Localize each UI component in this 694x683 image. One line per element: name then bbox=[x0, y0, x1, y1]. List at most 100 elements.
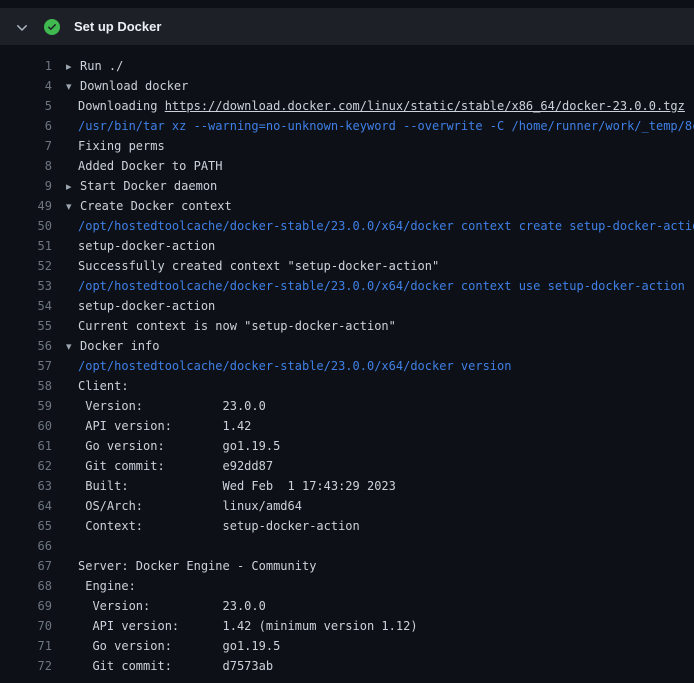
log-line: 71 Go version: go1.19.5 bbox=[0, 636, 694, 656]
line-number[interactable]: 8 bbox=[0, 156, 52, 176]
log-url-link[interactable]: https://download.docker.com/linux/static… bbox=[165, 99, 685, 113]
log-line: 58 Client: bbox=[0, 376, 694, 396]
success-check-circle-icon bbox=[44, 19, 60, 35]
line-content: Engine: bbox=[66, 576, 136, 596]
line-number[interactable]: 57 bbox=[0, 356, 52, 376]
log-line: 51 setup-docker-action bbox=[0, 236, 694, 256]
link-prefix-text: Downloading bbox=[78, 99, 165, 113]
line-content: Client: bbox=[66, 376, 129, 396]
log-line: 7 Fixing perms bbox=[0, 136, 694, 156]
log-line: 6/usr/bin/tar xz --warning=no-unknown-ke… bbox=[0, 116, 694, 136]
line-number[interactable]: 50 bbox=[0, 216, 52, 236]
log-line: 64 OS/Arch: linux/amd64 bbox=[0, 496, 694, 516]
line-number[interactable]: 1 bbox=[0, 56, 52, 76]
line-number[interactable]: 6 bbox=[0, 116, 52, 136]
line-content: Git commit: d7573ab bbox=[66, 656, 273, 676]
line-content: Go version: go1.19.5 bbox=[66, 436, 280, 456]
line-content: Current context is now "setup-docker-act… bbox=[66, 316, 396, 336]
log-line: 66 bbox=[0, 536, 694, 556]
line-number[interactable]: 68 bbox=[0, 576, 52, 596]
log-line: 63 Built: Wed Feb 1 17:43:29 2023 bbox=[0, 476, 694, 496]
step-header[interactable]: Set up Docker bbox=[0, 8, 694, 45]
line-number[interactable]: 60 bbox=[0, 416, 52, 436]
step-title: Set up Docker bbox=[74, 19, 161, 34]
line-number[interactable]: 9 bbox=[0, 176, 52, 196]
log-group-row[interactable]: 1 ▸Run ./ bbox=[0, 56, 694, 76]
log-line: 69 Version: 23.0.0 bbox=[0, 596, 694, 616]
line-number[interactable]: 55 bbox=[0, 316, 52, 336]
line-number[interactable]: 4 bbox=[0, 76, 52, 96]
triangle-collapsed-icon[interactable]: ▸ bbox=[66, 57, 80, 76]
chevron-down-icon[interactable] bbox=[14, 19, 30, 35]
line-content: /opt/hostedtoolcache/docker-stable/23.0.… bbox=[66, 356, 511, 376]
group-title: Docker info bbox=[80, 339, 159, 353]
line-content: ▾Create Docker context bbox=[66, 196, 232, 216]
line-number[interactable]: 52 bbox=[0, 256, 52, 276]
log-line: 50/opt/hostedtoolcache/docker-stable/23.… bbox=[0, 216, 694, 236]
line-number[interactable]: 62 bbox=[0, 456, 52, 476]
log-body: 1▸Run ./4▾Download docker5Downloading ht… bbox=[0, 45, 694, 676]
line-number[interactable]: 70 bbox=[0, 616, 52, 636]
log-group-row[interactable]: 4 ▾Download docker bbox=[0, 76, 694, 96]
line-content: Go version: go1.19.5 bbox=[66, 636, 280, 656]
line-content: Successfully created context "setup-dock… bbox=[66, 256, 439, 276]
log-group-row[interactable]: 56 ▾Docker info bbox=[0, 336, 694, 356]
log-line: 52 Successfully created context "setup-do… bbox=[0, 256, 694, 276]
line-number[interactable]: 53 bbox=[0, 276, 52, 296]
line-content: setup-docker-action bbox=[66, 236, 215, 256]
line-number[interactable]: 66 bbox=[0, 536, 52, 556]
group-title: Run ./ bbox=[80, 59, 123, 73]
log-line: 61 Go version: go1.19.5 bbox=[0, 436, 694, 456]
log-line: 5 Downloading https://download.docker.com… bbox=[0, 96, 694, 116]
line-content: Downloading https://download.docker.com/… bbox=[66, 96, 685, 116]
line-number[interactable]: 71 bbox=[0, 636, 52, 656]
log-line: 53/opt/hostedtoolcache/docker-stable/23.… bbox=[0, 276, 694, 296]
log-line: 67 Server: Docker Engine - Community bbox=[0, 556, 694, 576]
line-number[interactable]: 65 bbox=[0, 516, 52, 536]
line-number[interactable]: 49 bbox=[0, 196, 52, 216]
line-content: setup-docker-action bbox=[66, 296, 215, 316]
line-number[interactable]: 59 bbox=[0, 396, 52, 416]
triangle-expanded-icon[interactable]: ▾ bbox=[66, 337, 80, 356]
line-number[interactable]: 67 bbox=[0, 556, 52, 576]
log-group-row[interactable]: 9 ▸Start Docker daemon bbox=[0, 176, 694, 196]
triangle-collapsed-icon[interactable]: ▸ bbox=[66, 177, 80, 196]
log-line: 72 Git commit: d7573ab bbox=[0, 656, 694, 676]
line-number[interactable]: 58 bbox=[0, 376, 52, 396]
line-number[interactable]: 7 bbox=[0, 136, 52, 156]
line-number[interactable]: 69 bbox=[0, 596, 52, 616]
line-content: Fixing perms bbox=[66, 136, 165, 156]
line-content: ▾Docker info bbox=[66, 336, 159, 356]
line-content: Version: 23.0.0 bbox=[66, 396, 266, 416]
line-number[interactable]: 54 bbox=[0, 296, 52, 316]
line-content: API version: 1.42 (minimum version 1.12) bbox=[66, 616, 418, 636]
line-content: Added Docker to PATH bbox=[66, 156, 223, 176]
log-group-row[interactable]: 49 ▾Create Docker context bbox=[0, 196, 694, 216]
line-content: ▸Run ./ bbox=[66, 56, 123, 76]
line-number[interactable]: 61 bbox=[0, 436, 52, 456]
line-number[interactable]: 5 bbox=[0, 96, 52, 116]
line-number[interactable]: 63 bbox=[0, 476, 52, 496]
line-content: Version: 23.0.0 bbox=[66, 596, 266, 616]
line-content: ▾Download docker bbox=[66, 76, 188, 96]
group-title: Create Docker context bbox=[80, 199, 232, 213]
log-line: 68 Engine: bbox=[0, 576, 694, 596]
line-number[interactable]: 56 bbox=[0, 336, 52, 356]
line-content: /usr/bin/tar xz --warning=no-unknown-key… bbox=[66, 116, 694, 136]
triangle-expanded-icon[interactable]: ▾ bbox=[66, 197, 80, 216]
triangle-expanded-icon[interactable]: ▾ bbox=[66, 77, 80, 96]
line-content: OS/Arch: linux/amd64 bbox=[66, 496, 302, 516]
line-content: ▸Start Docker daemon bbox=[66, 176, 217, 196]
line-number[interactable]: 72 bbox=[0, 656, 52, 676]
log-line: 59 Version: 23.0.0 bbox=[0, 396, 694, 416]
line-content: API version: 1.42 bbox=[66, 416, 251, 436]
line-content: Server: Docker Engine - Community bbox=[66, 556, 316, 576]
line-content: /opt/hostedtoolcache/docker-stable/23.0.… bbox=[66, 216, 694, 236]
log-line: 8 Added Docker to PATH bbox=[0, 156, 694, 176]
line-content: /opt/hostedtoolcache/docker-stable/23.0.… bbox=[66, 276, 685, 296]
log-line: 60 API version: 1.42 bbox=[0, 416, 694, 436]
log-line: 55 Current context is now "setup-docker-a… bbox=[0, 316, 694, 336]
line-number[interactable]: 64 bbox=[0, 496, 52, 516]
log-line: 62 Git commit: e92dd87 bbox=[0, 456, 694, 476]
line-number[interactable]: 51 bbox=[0, 236, 52, 256]
